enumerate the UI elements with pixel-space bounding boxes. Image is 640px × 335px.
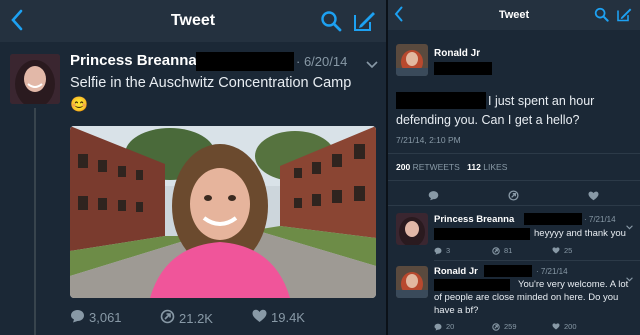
- tweet-photo[interactable]: [70, 126, 376, 298]
- reply-date: · 7/21/14: [536, 267, 568, 276]
- search-icon[interactable]: [594, 7, 609, 27]
- retweet-icon: [492, 246, 500, 255]
- retweet-stat[interactable]: 81: [492, 246, 512, 255]
- retweet-icon: [160, 309, 175, 327]
- page-title: Tweet: [170, 12, 216, 29]
- reply-icon[interactable]: [428, 188, 439, 206]
- tweet-text-body: I just spent an hour defending you. Can …: [396, 94, 595, 127]
- reply-stat[interactable]: 3,061: [70, 309, 122, 326]
- divider: [388, 180, 640, 181]
- like-stat[interactable]: 200: [552, 322, 577, 331]
- reply-icon: [434, 323, 442, 330]
- left-tweet-screen: Tweet Princess Breanna · 6/20/14 Selfie …: [0, 0, 386, 335]
- reply-text: You're very welcome. A lot of people are…: [434, 279, 629, 316]
- tweet-date: · 6/20/14: [296, 54, 348, 69]
- reply-date: · 7/21/14: [584, 215, 616, 224]
- likes-number[interactable]: 112: [467, 162, 481, 172]
- retweet-count: 21.2K: [179, 310, 213, 326]
- redacted-handle: [434, 62, 492, 75]
- heart-icon[interactable]: [588, 188, 599, 206]
- back-chevron-icon[interactable]: [10, 9, 24, 36]
- retweet-icon: [492, 322, 500, 331]
- redacted-handle: [484, 265, 532, 277]
- divider: [434, 260, 640, 261]
- reply-icon: [434, 247, 442, 254]
- redacted-mention: [434, 228, 530, 240]
- like-stat[interactable]: 19.4K: [252, 309, 305, 326]
- engagement-counts: 200 RETWEETS 112 LIKES: [396, 162, 507, 172]
- retweet-stat[interactable]: 259: [492, 322, 517, 331]
- retweet-count: 81: [504, 246, 513, 255]
- divider: [388, 205, 640, 206]
- author-name[interactable]: Ronald Jr: [434, 48, 480, 59]
- like-count: 25: [564, 246, 573, 255]
- right-tweet-screen: Tweet Ronald Jr I just spent an hour def…: [388, 0, 640, 335]
- redacted-handle: [524, 213, 582, 225]
- redacted-handle: [196, 52, 294, 71]
- tweet-text: Selfie in the Auschwitz Concentration Ca…: [70, 75, 352, 113]
- likes-label[interactable]: LIKES: [483, 162, 507, 172]
- search-icon[interactable]: [320, 10, 342, 37]
- compose-icon[interactable]: [352, 10, 376, 37]
- tweet-timestamp: 7/21/14, 2:10 PM: [396, 135, 461, 145]
- reply-count: 3,061: [89, 310, 122, 325]
- reply-text: heyyyy and thank you: [534, 228, 626, 239]
- avatar[interactable]: [396, 44, 428, 76]
- avatar[interactable]: [10, 54, 60, 104]
- reply-stat[interactable]: 20: [434, 322, 454, 331]
- reply-author-name[interactable]: Ronald Jr: [434, 266, 478, 277]
- retweet-count: 259: [504, 322, 517, 331]
- heart-icon: [252, 309, 267, 326]
- retweets-number[interactable]: 200: [396, 162, 410, 172]
- author-name[interactable]: Princess Breanna: [70, 52, 197, 69]
- retweet-stat[interactable]: 21.2K: [160, 309, 213, 327]
- like-count: 19.4K: [271, 310, 305, 325]
- chevron-down-icon[interactable]: [626, 217, 633, 235]
- nav-bar: Tweet: [388, 0, 640, 30]
- heart-icon: [552, 247, 560, 254]
- reply-author-name[interactable]: Princess Breanna: [434, 214, 514, 225]
- tweet-text: I just spent an hour defending you. Can …: [396, 92, 632, 130]
- divider: [388, 153, 640, 154]
- like-count: 200: [564, 322, 577, 331]
- avatar[interactable]: [396, 213, 428, 245]
- retweets-label[interactable]: RETWEETS: [413, 162, 460, 172]
- reply-count: 3: [446, 246, 451, 255]
- thread-line: [34, 108, 36, 335]
- avatar[interactable]: [396, 266, 428, 298]
- compose-icon[interactable]: [616, 7, 632, 27]
- reply-count: 20: [446, 322, 455, 331]
- nav-bar: Tweet: [0, 0, 386, 42]
- retweet-icon[interactable]: [508, 188, 519, 206]
- reply-stat[interactable]: 3: [434, 246, 450, 255]
- heart-icon: [552, 323, 560, 330]
- reply-icon: [70, 309, 85, 326]
- like-stat[interactable]: 25: [552, 246, 572, 255]
- page-title: Tweet: [498, 9, 530, 21]
- back-chevron-icon[interactable]: [394, 6, 403, 27]
